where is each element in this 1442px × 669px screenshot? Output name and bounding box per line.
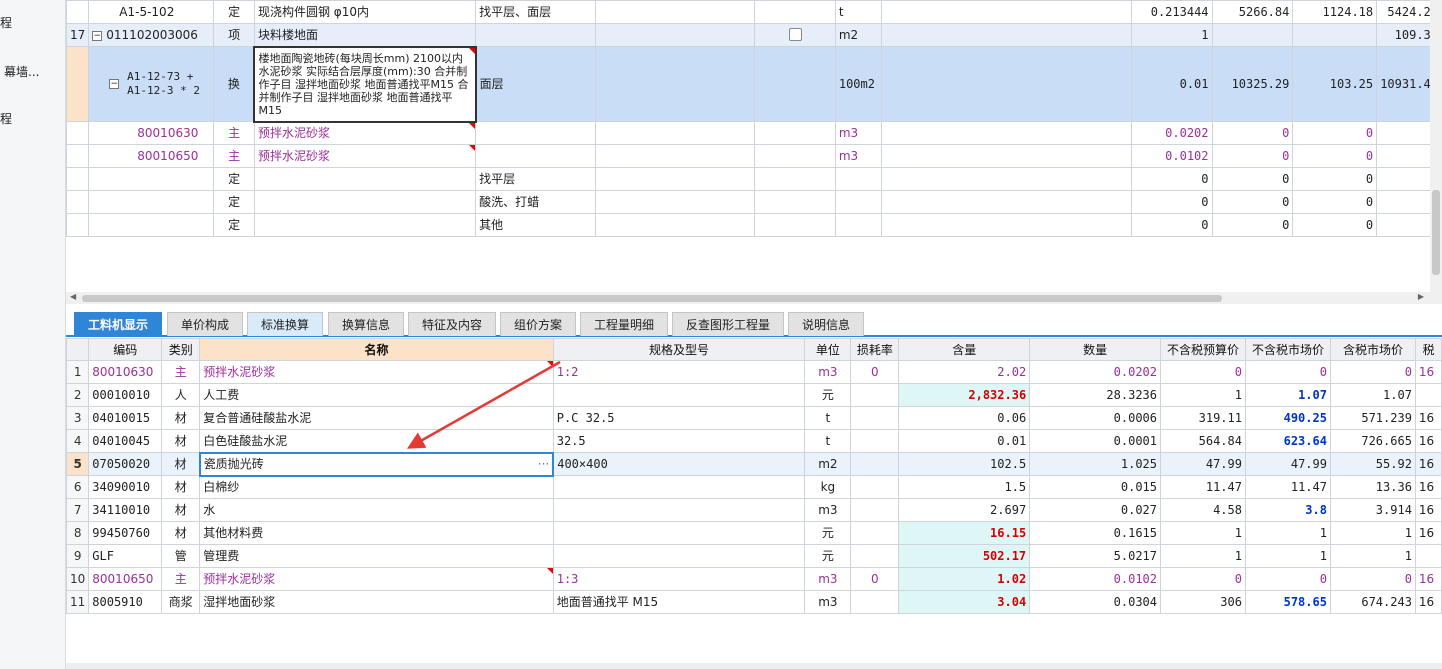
col-market-price[interactable]: 不含税市场价 (1244, 338, 1331, 361)
item-qty: 0.213444 (1130, 0, 1213, 24)
more-options-icon[interactable]: ··· (538, 458, 549, 470)
horizontal-scrollbar[interactable]: ◀ ▶ (66, 292, 1442, 304)
item-name: 现浇构件圆钢 φ10内 (253, 0, 477, 24)
table-row[interactable]: 80010650 主 预拌水泥砂浆 m3 0.0102 0 0 (66, 144, 1442, 168)
tab-reverse-lookup[interactable]: 反查图形工程量 (672, 312, 784, 336)
table-row[interactable]: 11 8005910 商浆 湿拌地面砂浆 地面普通找平 M15 m3 3.04 … (66, 590, 1442, 614)
col-unit[interactable]: 单位 (804, 338, 852, 361)
scroll-left-icon[interactable]: ◀ (70, 292, 76, 301)
tab-conversion-info[interactable]: 换算信息 (328, 312, 404, 336)
vertical-scrollbar[interactable] (1430, 0, 1442, 292)
tab-quantity-detail[interactable]: 工程量明细 (580, 312, 668, 336)
bottom-scroll-track[interactable] (66, 663, 1442, 669)
table-row[interactable]: 6 34090010 材 白棉纱 kg 1.5 0.015 11.47 11.4… (66, 475, 1442, 499)
table-row-selected[interactable]: − A1-12-73 + A1-12-3 * 2 换 楼地面陶瓷地砖(每块周长m… (66, 45, 1442, 123)
left-navigation-panel: 程 幕墙... 程 (0, 0, 66, 669)
item-unit: t (834, 0, 882, 24)
item-code-line1: A1-12-73 + (127, 70, 194, 83)
nav-item-a[interactable]: 程 (0, 14, 12, 31)
table-row-selected[interactable]: 5 07050020 材 瓷质抛光砖 ··· 400×400 m2 102.5 … (66, 451, 1442, 477)
table-header: 编码 类别 名称 规格及型号 单位 损耗率 含量 数量 不含税预算价 不含税市场… (66, 338, 1442, 361)
scrollbar-thumb[interactable] (1432, 190, 1440, 275)
col-category[interactable]: 类别 (161, 338, 201, 361)
item-name-editor[interactable]: 楼地面陶瓷地砖(每块周长mm) 2100以内 水泥砂浆 实际结合层厚度(mm):… (253, 45, 477, 123)
col-content[interactable]: 含量 (898, 338, 1031, 361)
tab-standard-conversion[interactable]: 标准换算 (247, 312, 323, 336)
table-row[interactable]: 9 GLF 管 管理费 元 502.17 5.0217 1 1 1 (66, 544, 1442, 568)
collapse-icon[interactable]: − (92, 30, 103, 41)
col-name[interactable]: 名称 (199, 338, 554, 361)
scrollbar-thumb[interactable] (82, 295, 1222, 302)
table-row[interactable]: 3 04010015 材 复合普通硅酸盐水泥 P.C 32.5 t 0.06 0… (66, 406, 1442, 430)
tab-features[interactable]: 特征及内容 (408, 312, 496, 336)
item-list-table: A1-5-102 定 现浇构件圆钢 φ10内 找平层、面层 t 0.213444… (66, 0, 1442, 237)
collapse-icon[interactable]: − (109, 79, 120, 89)
scroll-right-icon[interactable]: ▶ (1418, 292, 1424, 301)
col-budget-price[interactable]: 不含税预算价 (1160, 338, 1246, 361)
col-tax[interactable]: 税 (1414, 338, 1442, 361)
col-quantity[interactable]: 数量 (1029, 338, 1161, 361)
item-code: 011102003006 (106, 28, 198, 42)
table-row[interactable]: 7 34110010 材 水 m3 2.697 0.027 4.58 3.8 3… (66, 498, 1442, 522)
table-row[interactable]: 80010630 主 预拌水泥砂浆 m3 0.0202 0 0 (66, 121, 1442, 145)
tab-pricing-scheme[interactable]: 组价方案 (500, 312, 576, 336)
item-list-grid: A1-5-102 定 现浇构件圆钢 φ10内 找平层、面层 t 0.213444… (66, 0, 1442, 292)
table-row[interactable]: 10 80010650 主 预拌水泥砂浆 1:3 m3 0 1.02 0.010… (66, 567, 1442, 591)
tab-unit-price[interactable]: 单价构成 (167, 312, 243, 336)
table-row[interactable]: 定 其他 0 0 0 0 (66, 213, 1442, 237)
resource-grid: 编码 类别 名称 规格及型号 单位 损耗率 含量 数量 不含税预算价 不含税市场… (66, 338, 1442, 669)
item-type: 定 (213, 0, 255, 24)
name-cell-editor[interactable]: 瓷质抛光砖 ··· (198, 451, 555, 477)
tab-labor-material-machine[interactable]: 工料机显示 (74, 312, 162, 336)
resource-table: 编码 类别 名称 规格及型号 单位 损耗率 含量 数量 不含税预算价 不含税市场… (66, 338, 1442, 614)
col-spec[interactable]: 规格及型号 (552, 338, 806, 361)
detail-tabs: 工料机显示 单价构成 标准换算 换算信息 特征及内容 组价方案 工程量明细 反查… (66, 307, 1442, 337)
tab-description[interactable]: 说明信息 (788, 312, 864, 336)
table-row[interactable]: 17 −011102003006 项 块料楼地面 m2 1 109.31 (66, 23, 1442, 47)
item-code-line2: A1-12-3 * 2 (127, 84, 200, 97)
item-code: A1-5-102 (119, 5, 175, 19)
table-row[interactable]: A1-5-102 定 现浇构件圆钢 φ10内 找平层、面层 t 0.213444… (66, 0, 1442, 24)
col-code[interactable]: 编码 (88, 338, 163, 361)
checkbox[interactable] (788, 27, 802, 41)
table-row[interactable]: 4 04010045 材 白色硅酸盐水泥 32.5 t 0.01 0.0001 … (66, 429, 1442, 453)
col-loss-rate[interactable]: 损耗率 (850, 338, 900, 361)
table-row[interactable]: 2 00010010 人 人工费 元 2,832.36 28.3236 1 1.… (66, 383, 1442, 407)
table-row[interactable]: 定 找平层 0 0 0 0 (66, 167, 1442, 191)
nav-item-curtain-wall[interactable]: 幕墙... (4, 63, 39, 80)
name-value: 瓷质抛光砖 (203, 457, 264, 471)
row-number: 17 (66, 23, 90, 47)
nav-item-c[interactable]: 程 (0, 110, 12, 127)
table-row[interactable]: 定 酸洗、打蜡 0 0 0 0 (66, 190, 1442, 214)
table-row[interactable]: 8 99450760 材 其他材料费 元 16.15 0.1615 1 1 1 … (66, 521, 1442, 545)
table-row[interactable]: 1 80010630 主 预拌水泥砂浆 1:2 m3 0 2.02 0.0202… (66, 360, 1442, 384)
item-feature: 找平层、面层 (475, 0, 596, 24)
col-tax-market-price[interactable]: 含税市场价 (1329, 338, 1416, 361)
